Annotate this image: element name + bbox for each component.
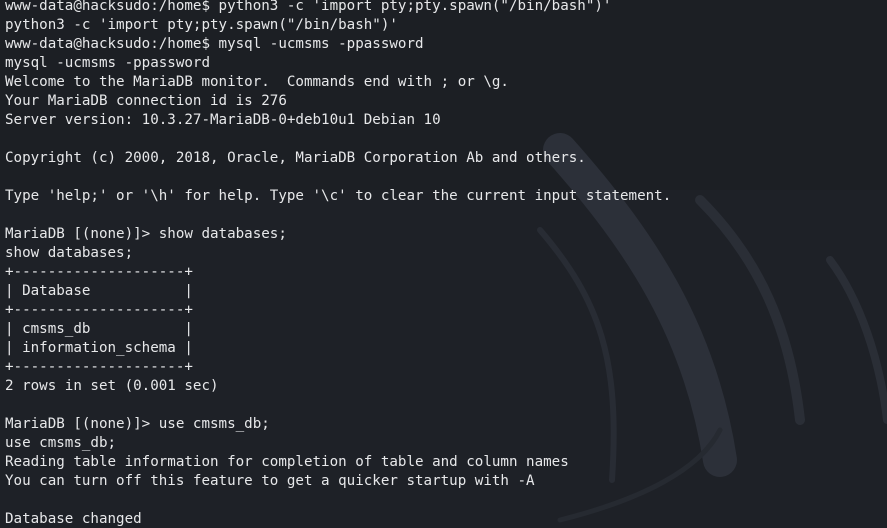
terminal-line: MariaDB [(none)]> use cmsms_db; [5,416,270,432]
terminal-line: mysql -ucmsms -ppassword [5,55,210,71]
terminal-line: Reading table information for completion… [5,454,569,470]
terminal-line: +--------------------+ [5,359,193,375]
terminal-output[interactable]: www-data@hacksudo:/home$ python3 -c 'imp… [0,0,887,528]
terminal-line: Server version: 10.3.27-MariaDB-0+deb10u… [5,112,441,128]
terminal-line: | information_schema | [5,340,193,356]
terminal-line: +--------------------+ [5,264,193,280]
terminal-line: Copyright (c) 2000, 2018, Oracle, MariaD… [5,150,586,166]
terminal-line: Type 'help;' or '\h' for help. Type '\c'… [5,188,672,204]
terminal-line: www-data@hacksudo:/home$ mysql -ucmsms -… [5,36,424,52]
terminal-line: Welcome to the MariaDB monitor. Commands… [5,74,509,90]
terminal-line: Database changed [5,511,142,527]
terminal-line: You can turn off this feature to get a q… [5,473,535,489]
terminal-line: | Database | [5,283,193,299]
terminal-line: www-data@hacksudo:/home$ python3 -c 'imp… [5,0,612,14]
terminal-line: python3 -c 'import pty;pty.spawn("/bin/b… [5,17,398,33]
terminal-line: show databases; [5,245,134,261]
terminal-line: Your MariaDB connection id is 276 [5,93,287,109]
terminal-line: | cmsms_db | [5,321,193,337]
terminal-line: 2 rows in set (0.001 sec) [5,378,219,394]
terminal-line: +--------------------+ [5,302,193,318]
terminal-line: use cmsms_db; [5,435,117,451]
terminal-line: MariaDB [(none)]> show databases; [5,226,287,242]
